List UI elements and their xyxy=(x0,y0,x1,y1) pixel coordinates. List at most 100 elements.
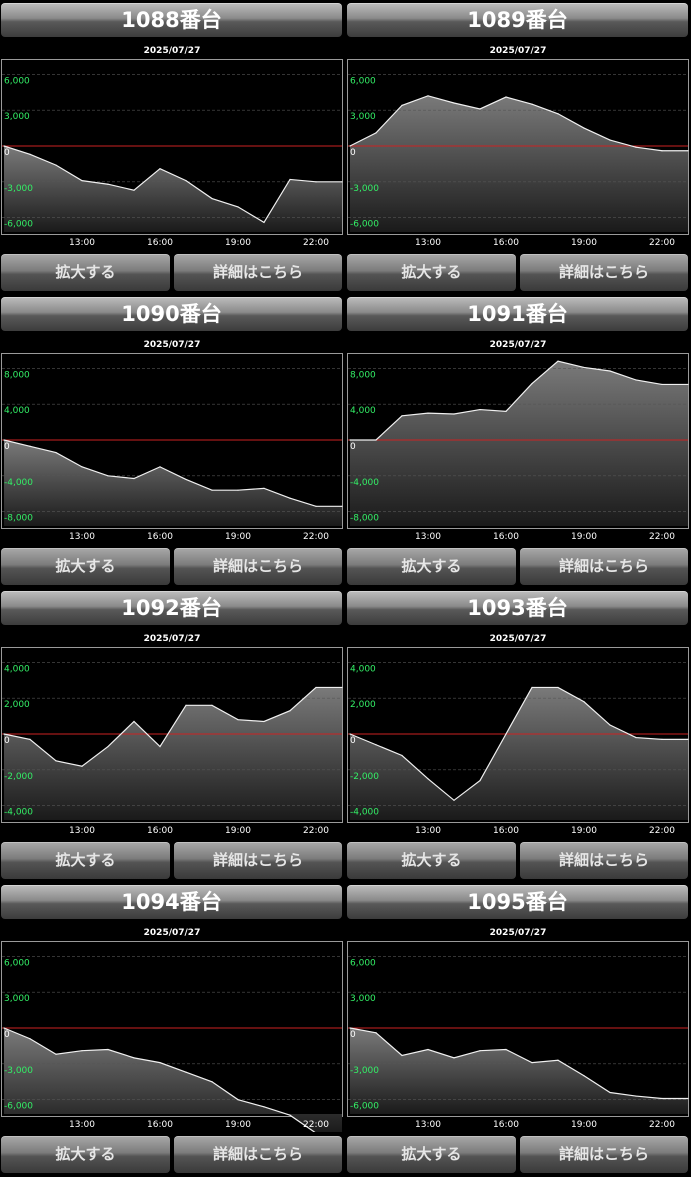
machine-title-button[interactable]: 1092番台 xyxy=(1,591,342,625)
x-tick-label: 19:00 xyxy=(225,238,251,248)
chart-date: 2025/07/27 xyxy=(143,46,201,56)
data-point xyxy=(635,146,637,148)
data-point xyxy=(687,738,689,740)
slump-chart: 6,000 3,000 0 -3,000 -6,000 13:00 16:00 19:00 22… xyxy=(347,941,689,1130)
data-point xyxy=(661,738,663,740)
y-tick-label: 4,000 xyxy=(350,406,376,416)
zoom-button[interactable]: 拡大する xyxy=(1,1136,170,1173)
chart-date: 2025/07/27 xyxy=(489,928,547,938)
data-point xyxy=(687,1097,689,1100)
x-tick-label: 16:00 xyxy=(147,532,173,542)
data-point xyxy=(341,505,343,507)
data-point xyxy=(375,132,377,134)
data-point xyxy=(479,108,481,110)
y-tick-label: -4,000 xyxy=(4,478,33,488)
y-tick-label: -8,000 xyxy=(4,514,33,524)
y-tick-label: -6,000 xyxy=(350,1102,379,1112)
data-point xyxy=(185,1071,187,1073)
zoom-button[interactable]: 拡大する xyxy=(347,548,516,585)
chart-date: 2025/07/27 xyxy=(143,634,201,644)
machine-title-button[interactable]: 1093番台 xyxy=(347,591,688,625)
data-point xyxy=(505,96,507,98)
data-point xyxy=(453,799,455,801)
data-point xyxy=(401,104,403,106)
machine-title-button[interactable]: 1090番台 xyxy=(1,297,342,331)
y-tick-label: -3,000 xyxy=(350,184,379,194)
zoom-button[interactable]: 拡大する xyxy=(1,254,170,291)
machine-title-button[interactable]: 1091番台 xyxy=(347,297,688,331)
data-point xyxy=(263,221,265,224)
zoom-button[interactable]: 拡大する xyxy=(347,1136,516,1173)
y-tick-label: 6,000 xyxy=(4,958,30,968)
y-tick-label: -3,000 xyxy=(4,1066,33,1076)
data-point xyxy=(263,1106,265,1108)
data-point xyxy=(315,181,317,183)
machine-panel: 1089番台 2025/07/27 6,000 3,000 0 -3,000 -6,000 1… xyxy=(346,0,690,294)
data-point xyxy=(427,1048,429,1051)
data-point xyxy=(557,1059,559,1061)
x-tick-label: 19:00 xyxy=(571,1120,597,1130)
machine-title-button[interactable]: 1088番台 xyxy=(1,3,342,37)
data-point xyxy=(29,153,31,155)
y-tick-label: 0 xyxy=(350,1030,356,1040)
data-point xyxy=(3,733,5,735)
data-point xyxy=(237,1099,239,1101)
machine-title-button[interactable]: 1094番台 xyxy=(1,885,342,919)
detail-button[interactable]: 詳細はこちら xyxy=(520,254,688,291)
data-point xyxy=(479,408,481,411)
chart-date: 2025/07/27 xyxy=(489,340,547,350)
detail-button[interactable]: 詳細はこちら xyxy=(174,842,342,879)
data-point xyxy=(453,102,455,104)
x-tick-label: 16:00 xyxy=(147,1120,173,1130)
detail-button[interactable]: 詳細はこちら xyxy=(520,842,688,879)
data-point xyxy=(81,1050,83,1052)
detail-button[interactable]: 詳細はこちら xyxy=(520,1136,688,1173)
y-tick-label: 4,000 xyxy=(4,406,30,416)
data-point xyxy=(185,180,187,182)
detail-button[interactable]: 詳細はこちら xyxy=(174,1136,342,1173)
zoom-button[interactable]: 拡大する xyxy=(347,254,516,291)
zoom-button[interactable]: 拡大する xyxy=(347,842,516,879)
x-tick-label: 13:00 xyxy=(69,826,95,836)
zoom-button[interactable]: 拡大する xyxy=(1,842,170,879)
x-tick-label: 13:00 xyxy=(69,1120,95,1130)
y-tick-label: 4,000 xyxy=(350,664,376,674)
data-point xyxy=(237,719,239,721)
data-point xyxy=(55,164,57,166)
y-tick-label: 0 xyxy=(4,442,10,452)
data-point xyxy=(505,733,507,735)
y-tick-label: 3,000 xyxy=(4,112,30,122)
data-point xyxy=(107,183,109,185)
x-tick-label: 13:00 xyxy=(415,238,441,248)
data-point xyxy=(349,439,351,441)
x-tick-label: 22:00 xyxy=(649,532,675,542)
data-point xyxy=(479,779,481,782)
data-point xyxy=(687,150,689,152)
data-point xyxy=(427,778,429,780)
detail-button[interactable]: 詳細はこちら xyxy=(174,548,342,585)
data-point xyxy=(609,139,611,141)
zoom-button[interactable]: 拡大する xyxy=(1,548,170,585)
data-point xyxy=(133,720,135,723)
data-point xyxy=(211,197,213,200)
y-tick-label: 0 xyxy=(4,1030,10,1040)
machine-title-button[interactable]: 1095番台 xyxy=(347,885,688,919)
detail-button[interactable]: 詳細はこちら xyxy=(174,254,342,291)
data-point xyxy=(479,1050,481,1052)
data-point xyxy=(107,745,109,748)
data-point xyxy=(557,360,559,362)
x-tick-label: 19:00 xyxy=(571,238,597,248)
machine-panel: 1090番台 2025/07/27 8,000 4,000 0 -4,000 -8,000 1… xyxy=(0,294,344,588)
machine-title-button[interactable]: 1089番台 xyxy=(347,3,688,37)
data-point xyxy=(237,489,239,491)
data-point xyxy=(661,383,663,386)
detail-button[interactable]: 詳細はこちら xyxy=(520,548,688,585)
data-point xyxy=(55,760,57,762)
data-point xyxy=(583,366,585,369)
x-tick-label: 22:00 xyxy=(303,238,329,248)
x-tick-label: 22:00 xyxy=(303,532,329,542)
data-point xyxy=(635,1095,637,1097)
data-point xyxy=(29,445,31,447)
y-tick-label: 6,000 xyxy=(350,76,376,86)
data-point xyxy=(453,413,455,415)
